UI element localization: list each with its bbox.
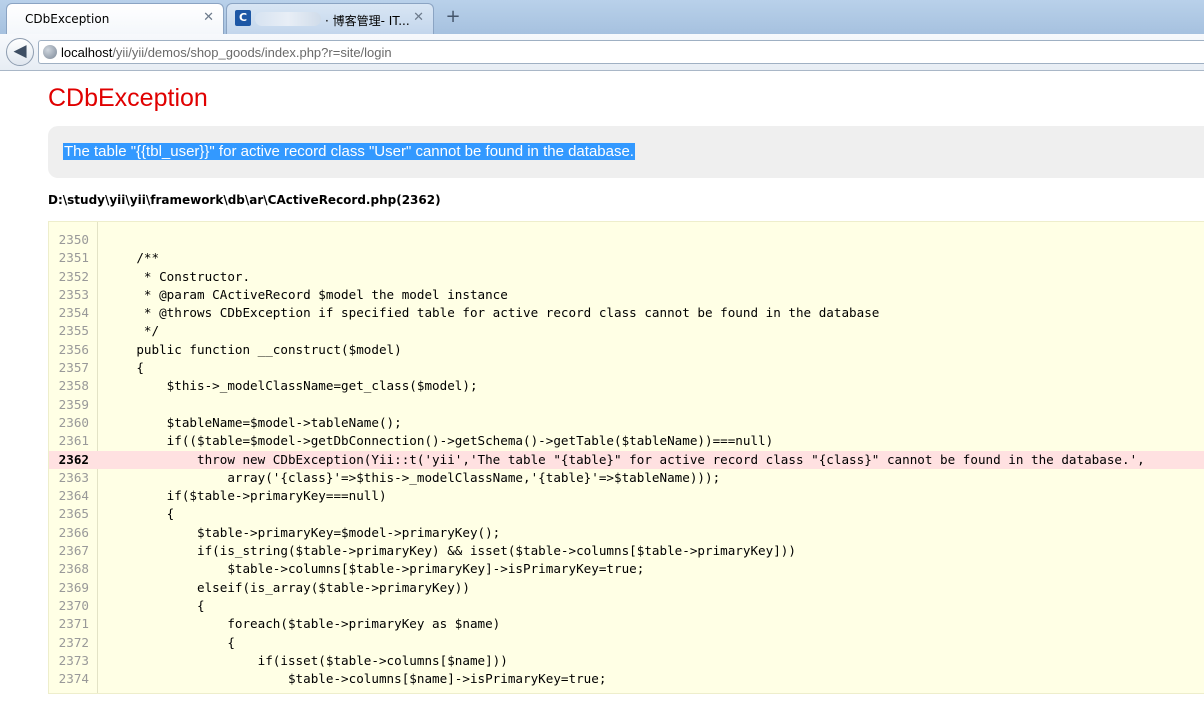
back-button[interactable]: ◀	[6, 38, 34, 66]
code-line: 2368 $table->columns[$table->primaryKey]…	[49, 560, 1204, 578]
code-text: {	[106, 597, 205, 613]
code-line: 2360 $tableName=$model->tableName();	[49, 414, 1204, 432]
line-number: 2370	[58, 597, 89, 613]
line-number: 2352	[58, 268, 89, 284]
line-number: 2350	[58, 232, 89, 247]
code-text: /**	[106, 250, 160, 266]
error-message: The table "{{tbl_user}}" for active reco…	[63, 143, 635, 160]
tab-bar: CDbException ✕ C · 博客管理- IT... ✕ +	[0, 0, 1204, 34]
url-text: localhost/yii/yii/demos/shop_goods/index…	[61, 45, 392, 60]
code-text: array('{class}'=>$this->_modelClassName,…	[106, 469, 721, 485]
code-line: 2356 public function __construct($model)	[49, 341, 1204, 359]
line-number: 2367	[58, 543, 89, 559]
tab-label: · 博客管理- IT...	[325, 14, 410, 28]
code-text: elseif(is_array($table->primaryKey))	[106, 579, 470, 595]
tab-label: CDbException	[25, 12, 110, 26]
code-line: 2359	[49, 396, 1204, 414]
code-text: if(isset($table->columns[$name]))	[106, 652, 508, 668]
line-number: 2365	[58, 506, 89, 522]
code-line: 2372 {	[49, 634, 1204, 652]
error-code-line: 2362 throw new CDbException(Yii::t('yii'…	[49, 450, 1204, 469]
code-text: $table->columns[$name]->isPrimaryKey=tru…	[106, 671, 607, 687]
line-number: 2373	[58, 652, 89, 668]
line-number: 2364	[58, 488, 89, 504]
code-line: 2352 * Constructor.	[49, 268, 1204, 286]
code-text: throw new CDbException(Yii::t('yii','The…	[106, 451, 1145, 467]
code-text: */	[106, 323, 160, 339]
code-line: 2354 * @throws CDbException if specified…	[49, 304, 1204, 322]
line-number: 2368	[58, 561, 89, 577]
line-number: 2369	[58, 579, 89, 595]
line-number: 2356	[58, 341, 89, 357]
code-text: * @throws CDbException if specified tabl…	[106, 305, 880, 321]
line-number: 2371	[58, 616, 89, 632]
code-line: 2351 /**	[49, 249, 1204, 267]
browser-toolbar: ◀ localhost/yii/yii/demos/shop_goods/ind…	[0, 34, 1204, 71]
code-line: 2365 {	[49, 505, 1204, 523]
tab-cdbexception[interactable]: CDbException ✕	[6, 3, 224, 34]
code-line: 2364 if($table->primaryKey===null)	[49, 487, 1204, 505]
code-line: 2367 if(is_string($table->primaryKey) &&…	[49, 542, 1204, 560]
code-line: 2363 array('{class}'=>$this->_modelClass…	[49, 469, 1204, 487]
line-number: 2355	[58, 323, 89, 339]
code-text: * @param CActiveRecord $model the model …	[106, 286, 508, 302]
arrow-left-icon: ◀	[13, 41, 27, 61]
line-number: 2363	[58, 469, 89, 485]
code-line: 2369 elseif(is_array($table->primaryKey)…	[49, 579, 1204, 597]
code-text: {	[106, 360, 144, 376]
site-favicon-icon: C	[235, 10, 251, 26]
code-text: foreach($table->primaryKey as $name)	[106, 616, 501, 632]
line-number: 2359	[58, 396, 89, 412]
code-line: 2371 foreach($table->primaryKey as $name…	[49, 615, 1204, 633]
code-text: * Constructor.	[106, 268, 251, 284]
line-number: 2358	[58, 378, 89, 394]
code-text: $table->columns[$table->primaryKey]->isP…	[106, 561, 645, 577]
code-line: 2355 */	[49, 322, 1204, 340]
line-number: 2353	[58, 286, 89, 302]
line-number: 2351	[58, 250, 89, 266]
url-path: /yii/yii/demos/shop_goods/index.php?r=si…	[112, 45, 392, 60]
code-text: {	[106, 506, 175, 522]
file-path: D:\study\yii\yii\framework\db\ar\CActive…	[48, 193, 441, 207]
code-text: if(($table=$model->getDbConnection()->ge…	[106, 433, 774, 449]
code-line: 2374 $table->columns[$name]->isPrimaryKe…	[49, 670, 1204, 688]
close-icon[interactable]: ✕	[203, 10, 214, 25]
error-message-box: The table "{{tbl_user}}" for active reco…	[48, 126, 1204, 178]
code-line: 2350	[49, 231, 1204, 249]
line-number: 2366	[58, 524, 89, 540]
code-text: $table->primaryKey=$model->primaryKey();	[106, 524, 501, 540]
code-text: if($table->primaryKey===null)	[106, 488, 387, 504]
line-number: 2374	[58, 671, 89, 687]
source-code-block: 2350 2351 /** 2352 * Constructor. 2353 * @p…	[48, 221, 1204, 694]
code-line: 2373 if(isset($table->columns[$name]))	[49, 652, 1204, 670]
line-number: 2360	[58, 414, 89, 430]
code-lines: 2350 2351 /** 2352 * Constructor. 2353 * @p…	[49, 231, 1204, 688]
line-number: 2354	[58, 305, 89, 321]
code-text: $this->_modelClassName=get_class($model)…	[106, 378, 478, 394]
page-title: CDbException	[48, 84, 208, 112]
code-line: 2357 {	[49, 359, 1204, 377]
line-number: 2372	[58, 634, 89, 650]
url-host: localhost	[61, 45, 113, 60]
line-number: 2357	[58, 360, 89, 376]
code-line: 2361 if(($table=$model->getDbConnection(…	[49, 432, 1204, 450]
code-text: if(is_string($table->primaryKey) && isse…	[106, 543, 796, 559]
redacted-title	[255, 12, 321, 26]
line-number: 2361	[58, 433, 89, 449]
code-text: {	[106, 634, 235, 650]
plus-icon[interactable]: +	[442, 6, 464, 28]
code-text: $tableName=$model->tableName();	[106, 414, 402, 430]
code-line: 2366 $table->primaryKey=$model->primaryK…	[49, 524, 1204, 542]
code-text: public function __construct($model)	[106, 341, 402, 357]
code-line: 2358 $this->_modelClassName=get_class($m…	[49, 377, 1204, 395]
line-number: 2362	[58, 451, 89, 467]
close-icon[interactable]: ✕	[413, 10, 424, 25]
globe-icon	[43, 45, 57, 59]
code-line: 2370 {	[49, 597, 1204, 615]
address-bar[interactable]: localhost/yii/yii/demos/shop_goods/index…	[38, 40, 1204, 64]
tab-blog-admin[interactable]: C · 博客管理- IT... ✕	[226, 3, 434, 34]
code-line: 2353 * @param CActiveRecord $model the m…	[49, 286, 1204, 304]
